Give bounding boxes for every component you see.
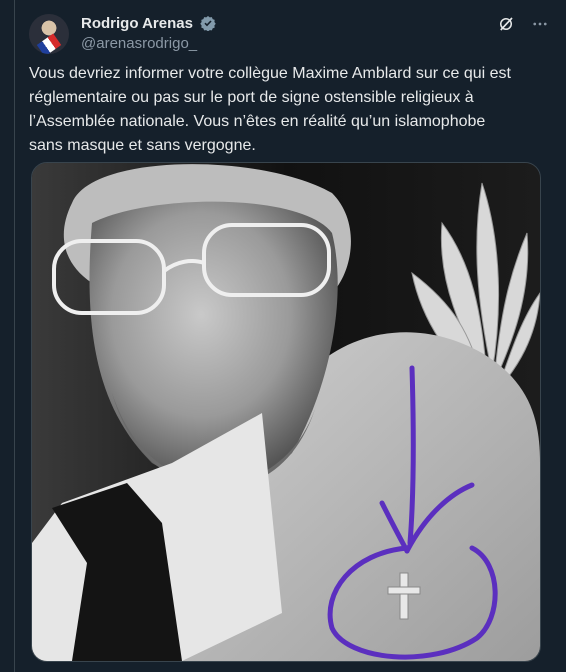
more-button[interactable] <box>530 14 550 34</box>
author-display-name[interactable]: Rodrigo Arenas <box>81 15 193 32</box>
header-actions <box>496 14 550 34</box>
author-handle[interactable]: @arenasrodrigo_ <box>81 35 216 52</box>
avatar[interactable] <box>29 14 69 54</box>
tweet-text: Vous devriez informer votre collègue Max… <box>29 65 511 154</box>
tweet[interactable]: Rodrigo Arenas @arenasrodrigo_ Vous devr… <box>14 0 566 672</box>
author-names: Rodrigo Arenas @arenasrodrigo_ <box>81 15 217 52</box>
tweet-photo[interactable] <box>31 162 541 662</box>
grok-icon <box>500 17 513 31</box>
verified-badge-icon[interactable] <box>200 15 217 32</box>
tweet-header: Rodrigo Arenas @arenasrodrigo_ <box>29 12 550 56</box>
photo-illustration <box>32 163 540 661</box>
tricolor-sash <box>36 33 62 54</box>
grok-button[interactable] <box>496 14 516 34</box>
more-icon <box>533 22 547 26</box>
